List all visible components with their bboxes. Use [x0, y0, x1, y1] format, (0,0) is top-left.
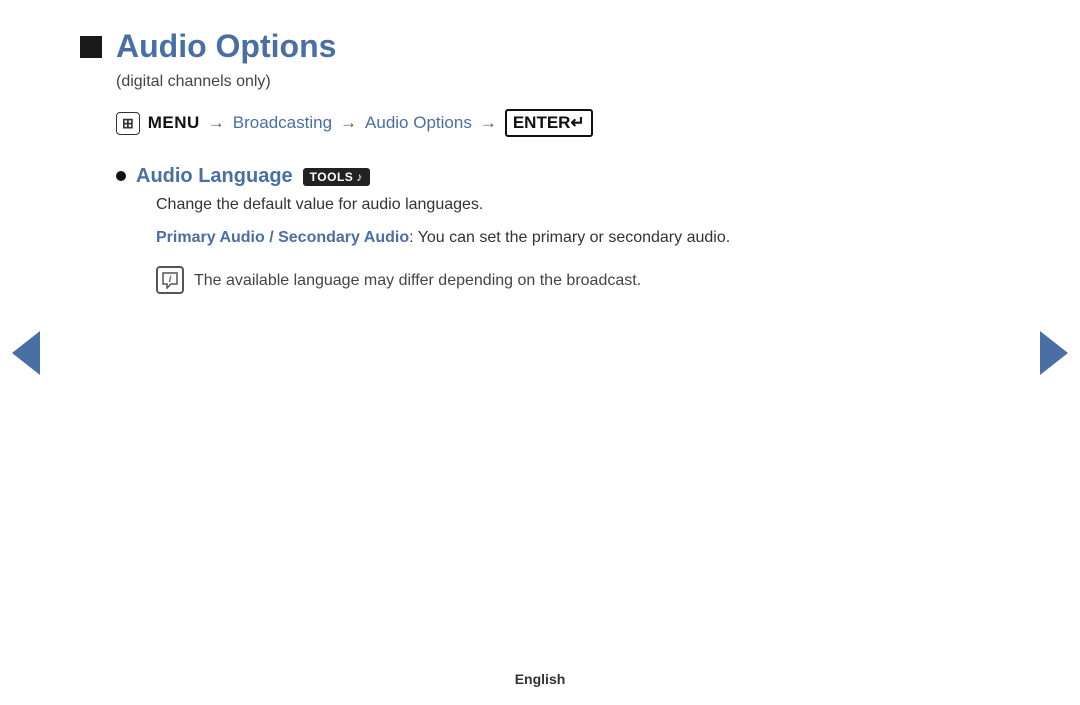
note-row: i The available language may differ depe…: [156, 266, 730, 294]
note-text: The available language may differ depend…: [194, 266, 641, 293]
enter-label: ENTER: [513, 113, 571, 133]
breadcrumb-arrow-3: →: [480, 113, 497, 133]
subtitle: (digital channels only): [116, 73, 1000, 91]
breadcrumb-arrow-2: →: [340, 113, 357, 133]
menu-icon-symbol: ⊞: [122, 115, 134, 132]
audio-language-label: Audio Language: [136, 165, 293, 188]
primary-secondary-description: : You can set the primary or secondary a…: [409, 229, 730, 246]
audio-language-content: Audio Language TOOLS ♪ Change the defaul…: [136, 165, 730, 294]
breadcrumb-broadcasting: Broadcasting: [233, 113, 332, 133]
main-content: Audio Options (digital channels only) ⊞ …: [0, 0, 1080, 294]
note-icon: i: [156, 266, 184, 294]
tools-badge-text: TOOLS: [310, 170, 354, 184]
tools-badge-icon: ♪: [356, 170, 363, 184]
page-title: Audio Options: [116, 28, 336, 65]
nav-arrow-left[interactable]: [12, 331, 40, 375]
primary-secondary-row: Primary Audio / Secondary Audio: You can…: [156, 226, 730, 250]
svg-text:i: i: [169, 274, 172, 284]
section-list: Audio Language TOOLS ♪ Change the defaul…: [116, 165, 1000, 294]
breadcrumb: ⊞ MENU → Broadcasting → Audio Options → …: [116, 109, 1000, 137]
change-default-text: Change the default value for audio langu…: [156, 196, 730, 214]
nav-arrow-right[interactable]: [1040, 331, 1068, 375]
audio-language-item: Audio Language TOOLS ♪ Change the defaul…: [116, 165, 1000, 294]
bullet-dot: [116, 171, 126, 181]
enter-symbol: ↵: [570, 113, 584, 133]
breadcrumb-audio-options: Audio Options: [365, 113, 472, 133]
breadcrumb-arrow-1: →: [208, 113, 225, 133]
primary-secondary-label: Primary Audio / Secondary Audio: [156, 229, 409, 246]
breadcrumb-enter: ENTER↵: [505, 109, 593, 137]
menu-icon-box: ⊞: [116, 112, 140, 135]
footer-language: English: [515, 671, 566, 687]
breadcrumb-menu-label: MENU: [148, 113, 200, 133]
tools-badge: TOOLS ♪: [303, 168, 370, 186]
page-title-row: Audio Options: [80, 28, 1000, 65]
audio-language-row: Audio Language TOOLS ♪: [136, 165, 730, 188]
title-icon: [80, 36, 102, 58]
